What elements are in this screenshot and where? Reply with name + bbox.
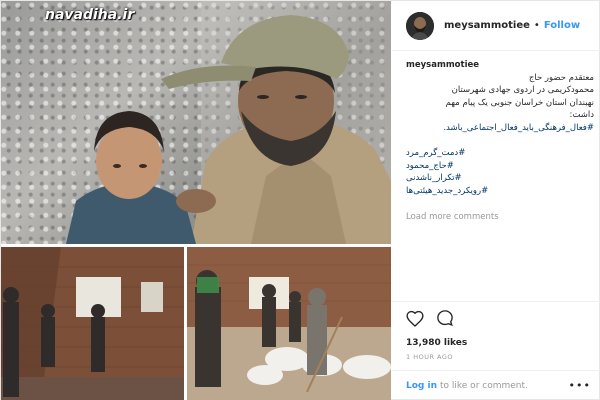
comment-icon-svg <box>437 310 453 326</box>
likes-count[interactable]: 13,980 likes <box>406 338 587 348</box>
action-icons <box>406 310 587 330</box>
caption-line: داشت: <box>569 110 594 120</box>
heart-icon-svg <box>406 310 424 327</box>
photo-workers-illustration <box>187 247 391 400</box>
comment-icon[interactable] <box>436 309 454 331</box>
hashtag-link[interactable]: #دمت_گرم_مرد <box>406 147 594 160</box>
username[interactable]: meysammotiee <box>444 20 530 31</box>
instagram-post: navadiha.ir meysammotiee • Follow meysam… <box>0 0 600 400</box>
avatar-image <box>406 11 434 40</box>
post-header: meysammotiee • Follow <box>392 1 600 51</box>
caption-line: نهبندان استان خراسان جنوبی یک پیام مهم <box>445 97 594 108</box>
heart-icon[interactable] <box>406 310 424 331</box>
login-bar: Log in to like or comment. ••• <box>392 370 600 400</box>
post-timestamp: 1 HOUR AGO <box>406 353 454 361</box>
photo-man-and-child: navadiha.ir <box>1 1 391 244</box>
hashtag-list: #دمت_گرم_مرد #حاج_محمود #تکرار_ناشدنی #ر… <box>406 147 594 197</box>
post-media[interactable]: navadiha.ir <box>1 1 391 400</box>
post-sidebar: meysammotiee • Follow meysammotiee معتقد… <box>392 1 600 400</box>
caption: meysammotiee معتقدم حضور حاج محمودکریمی … <box>406 59 594 134</box>
watermark: navadiha.ir <box>45 7 135 23</box>
avatar[interactable] <box>406 11 434 40</box>
hashtag-link[interactable]: #رویکرد_جدید_هیئتی‌ها <box>406 185 594 198</box>
follow-button[interactable]: Follow <box>544 20 580 31</box>
hashtag-link[interactable]: #حاج_محمود <box>406 160 594 173</box>
photo-brick-room-workers <box>1 247 184 400</box>
photo-brick-room-illustration <box>1 247 184 400</box>
login-link[interactable]: Log in <box>406 381 437 391</box>
photo-man-and-child-illustration <box>66 1 391 244</box>
load-more-comments[interactable]: Load more comments <box>406 212 499 222</box>
photo-workers-with-sacks <box>187 247 391 400</box>
post-actions: 13,980 likes 1 HOUR AGO <box>392 301 600 361</box>
login-prompt: to like or comment. <box>440 381 528 391</box>
more-options-icon[interactable]: ••• <box>569 379 591 392</box>
caption-hashtag[interactable]: #فعال_فرهنگی_باید_فعال_اجتماعی_باشد. <box>406 122 594 135</box>
caption-line: معتقدم حضور حاج <box>528 72 594 83</box>
hashtag-link[interactable]: #تکرار_ناشدنی <box>406 172 594 185</box>
caption-username[interactable]: meysammotiee <box>406 59 594 72</box>
caption-line: محمودکریمی در اردوی جهادی شهرستان <box>451 85 594 95</box>
follow-separator: • <box>533 20 540 31</box>
